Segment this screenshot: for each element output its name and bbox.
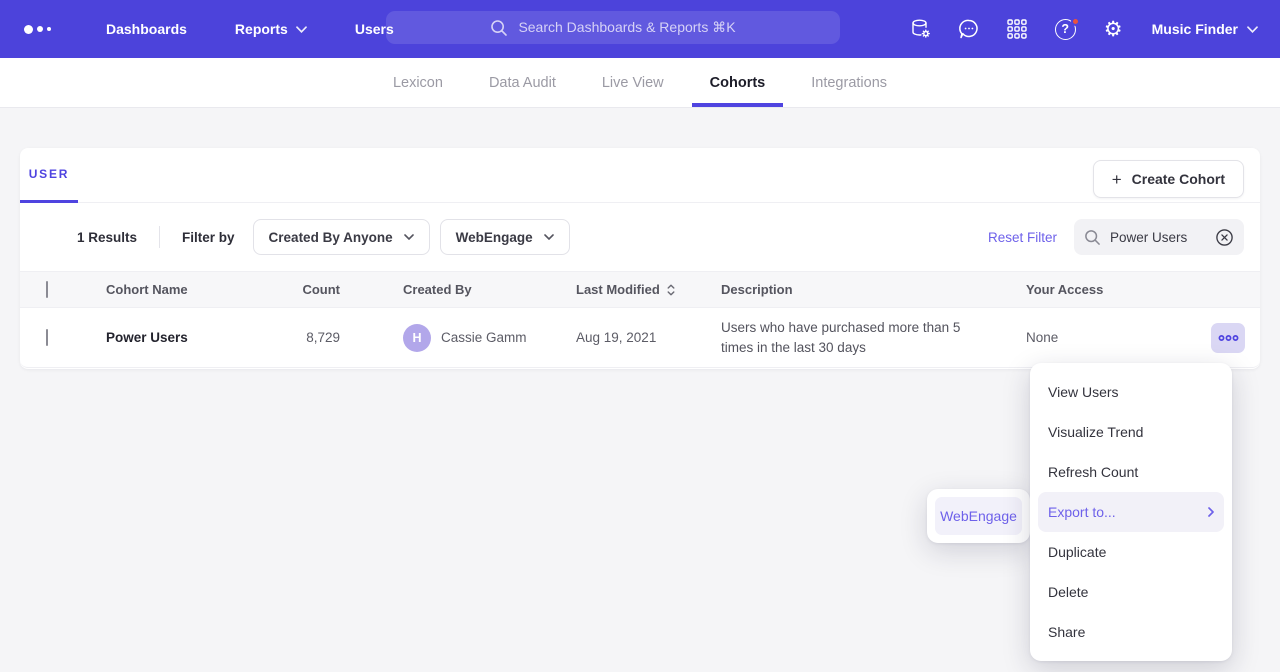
menu-item-visualize-trend[interactable]: Visualize Trend (1038, 412, 1224, 452)
last-modified-cell: Aug 19, 2021 (576, 330, 721, 345)
tab-user-cohorts[interactable]: USER (20, 148, 78, 203)
chevron-down-icon (544, 234, 554, 240)
cohort-name-cell[interactable]: Power Users (106, 330, 276, 345)
notification-dot (1071, 17, 1080, 26)
row-checkbox[interactable] (46, 329, 48, 346)
clear-search-icon[interactable] (1215, 228, 1234, 247)
sort-arrows-icon[interactable] (667, 284, 675, 296)
col-header-created-by[interactable]: Created By (340, 282, 576, 297)
search-icon (1084, 229, 1101, 246)
tab-lexicon[interactable]: Lexicon (375, 58, 461, 107)
tab-live-view[interactable]: Live View (584, 58, 682, 107)
chevron-down-icon (404, 234, 414, 240)
cohort-type-tabs: USER + Create Cohort (20, 148, 1260, 203)
apps-grid-icon[interactable] (998, 10, 1037, 49)
main-nav: Dashboards Reports Users (82, 0, 418, 58)
help-icon[interactable]: ? (1046, 10, 1085, 49)
created-by-dropdown[interactable]: Created By Anyone (253, 219, 430, 255)
menu-item-duplicate[interactable]: Duplicate (1038, 532, 1224, 572)
reset-filter-link[interactable]: Reset Filter (988, 230, 1057, 245)
col-header-last-modified[interactable]: Last Modified (576, 282, 721, 297)
filter-by-label: Filter by (182, 230, 235, 245)
nav-right-cluster: ? ⚙ Music Finder (902, 0, 1264, 58)
project-name: Music Finder (1152, 21, 1238, 37)
submenu-item-webengage[interactable]: WebEngage (935, 497, 1022, 535)
search-placeholder: Search Dashboards & Reports ⌘K (518, 19, 735, 36)
top-nav: Dashboards Reports Users Search Dashboar… (0, 0, 1280, 58)
integration-dropdown[interactable]: WebEngage (440, 219, 570, 255)
data-sources-icon[interactable] (902, 10, 941, 49)
tab-integrations[interactable]: Integrations (793, 58, 905, 107)
creator-name: Cassie Gamm (441, 330, 527, 345)
access-cell: None (1026, 330, 1197, 345)
nav-item-dashboards[interactable]: Dashboards (82, 0, 211, 58)
chevron-right-icon (1208, 507, 1214, 517)
col-header-cohort-name[interactable]: Cohort Name (106, 282, 276, 297)
filter-right-cluster: Reset Filter Power Users (988, 219, 1244, 255)
menu-item-share[interactable]: Share (1038, 612, 1224, 652)
chevron-down-icon (1247, 26, 1258, 33)
create-cohort-button[interactable]: + Create Cohort (1093, 160, 1244, 198)
global-search-bar[interactable]: Search Dashboards & Reports ⌘K (386, 11, 840, 44)
chevron-down-icon (296, 26, 307, 33)
avatar: H (403, 324, 431, 352)
nav-item-reports[interactable]: Reports (211, 0, 331, 58)
section-tabbar: Lexicon Data Audit Live View Cohorts Int… (0, 58, 1280, 108)
results-count: 1 Results (77, 230, 137, 245)
count-cell: 8,729 (276, 330, 340, 345)
tab-cohorts[interactable]: Cohorts (692, 58, 784, 107)
tab-data-audit[interactable]: Data Audit (471, 58, 574, 107)
plus-icon: + (1112, 171, 1122, 188)
row-actions-menu-button[interactable] (1211, 323, 1245, 353)
filter-row: 1 Results Filter by Created By Anyone We… (20, 203, 1260, 271)
settings-gear-icon[interactable]: ⚙ (1094, 10, 1133, 49)
row-actions-context-menu: View Users Visualize Trend Refresh Count… (1030, 363, 1232, 661)
select-all-checkbox[interactable] (46, 281, 48, 298)
menu-item-refresh-count[interactable]: Refresh Count (1038, 452, 1224, 492)
vertical-divider (159, 226, 160, 248)
col-header-description[interactable]: Description (721, 282, 1026, 297)
created-by-cell: H Cassie Gamm (340, 324, 576, 352)
menu-item-view-users[interactable]: View Users (1038, 372, 1224, 412)
cohorts-card: USER + Create Cohort 1 Results Filter by… (20, 148, 1260, 369)
messages-icon[interactable] (950, 10, 989, 49)
project-switcher[interactable]: Music Finder (1142, 0, 1264, 58)
menu-item-delete[interactable]: Delete (1038, 572, 1224, 612)
export-submenu: WebEngage (927, 489, 1030, 543)
cohort-search-input[interactable]: Power Users (1074, 219, 1244, 255)
search-icon (490, 19, 508, 37)
mixpanel-logo-dots-icon[interactable] (24, 25, 64, 34)
menu-item-export-to[interactable]: Export to... (1038, 492, 1224, 532)
search-value: Power Users (1110, 230, 1206, 245)
description-cell: Users who have purchased more than 5 tim… (721, 318, 1026, 357)
table-row[interactable]: Power Users 8,729 H Cassie Gamm Aug 19, … (20, 308, 1260, 368)
col-header-count[interactable]: Count (276, 282, 340, 297)
table-header-row: Cohort Name Count Created By Last Modifi… (20, 271, 1260, 308)
col-header-your-access[interactable]: Your Access (1026, 282, 1197, 297)
